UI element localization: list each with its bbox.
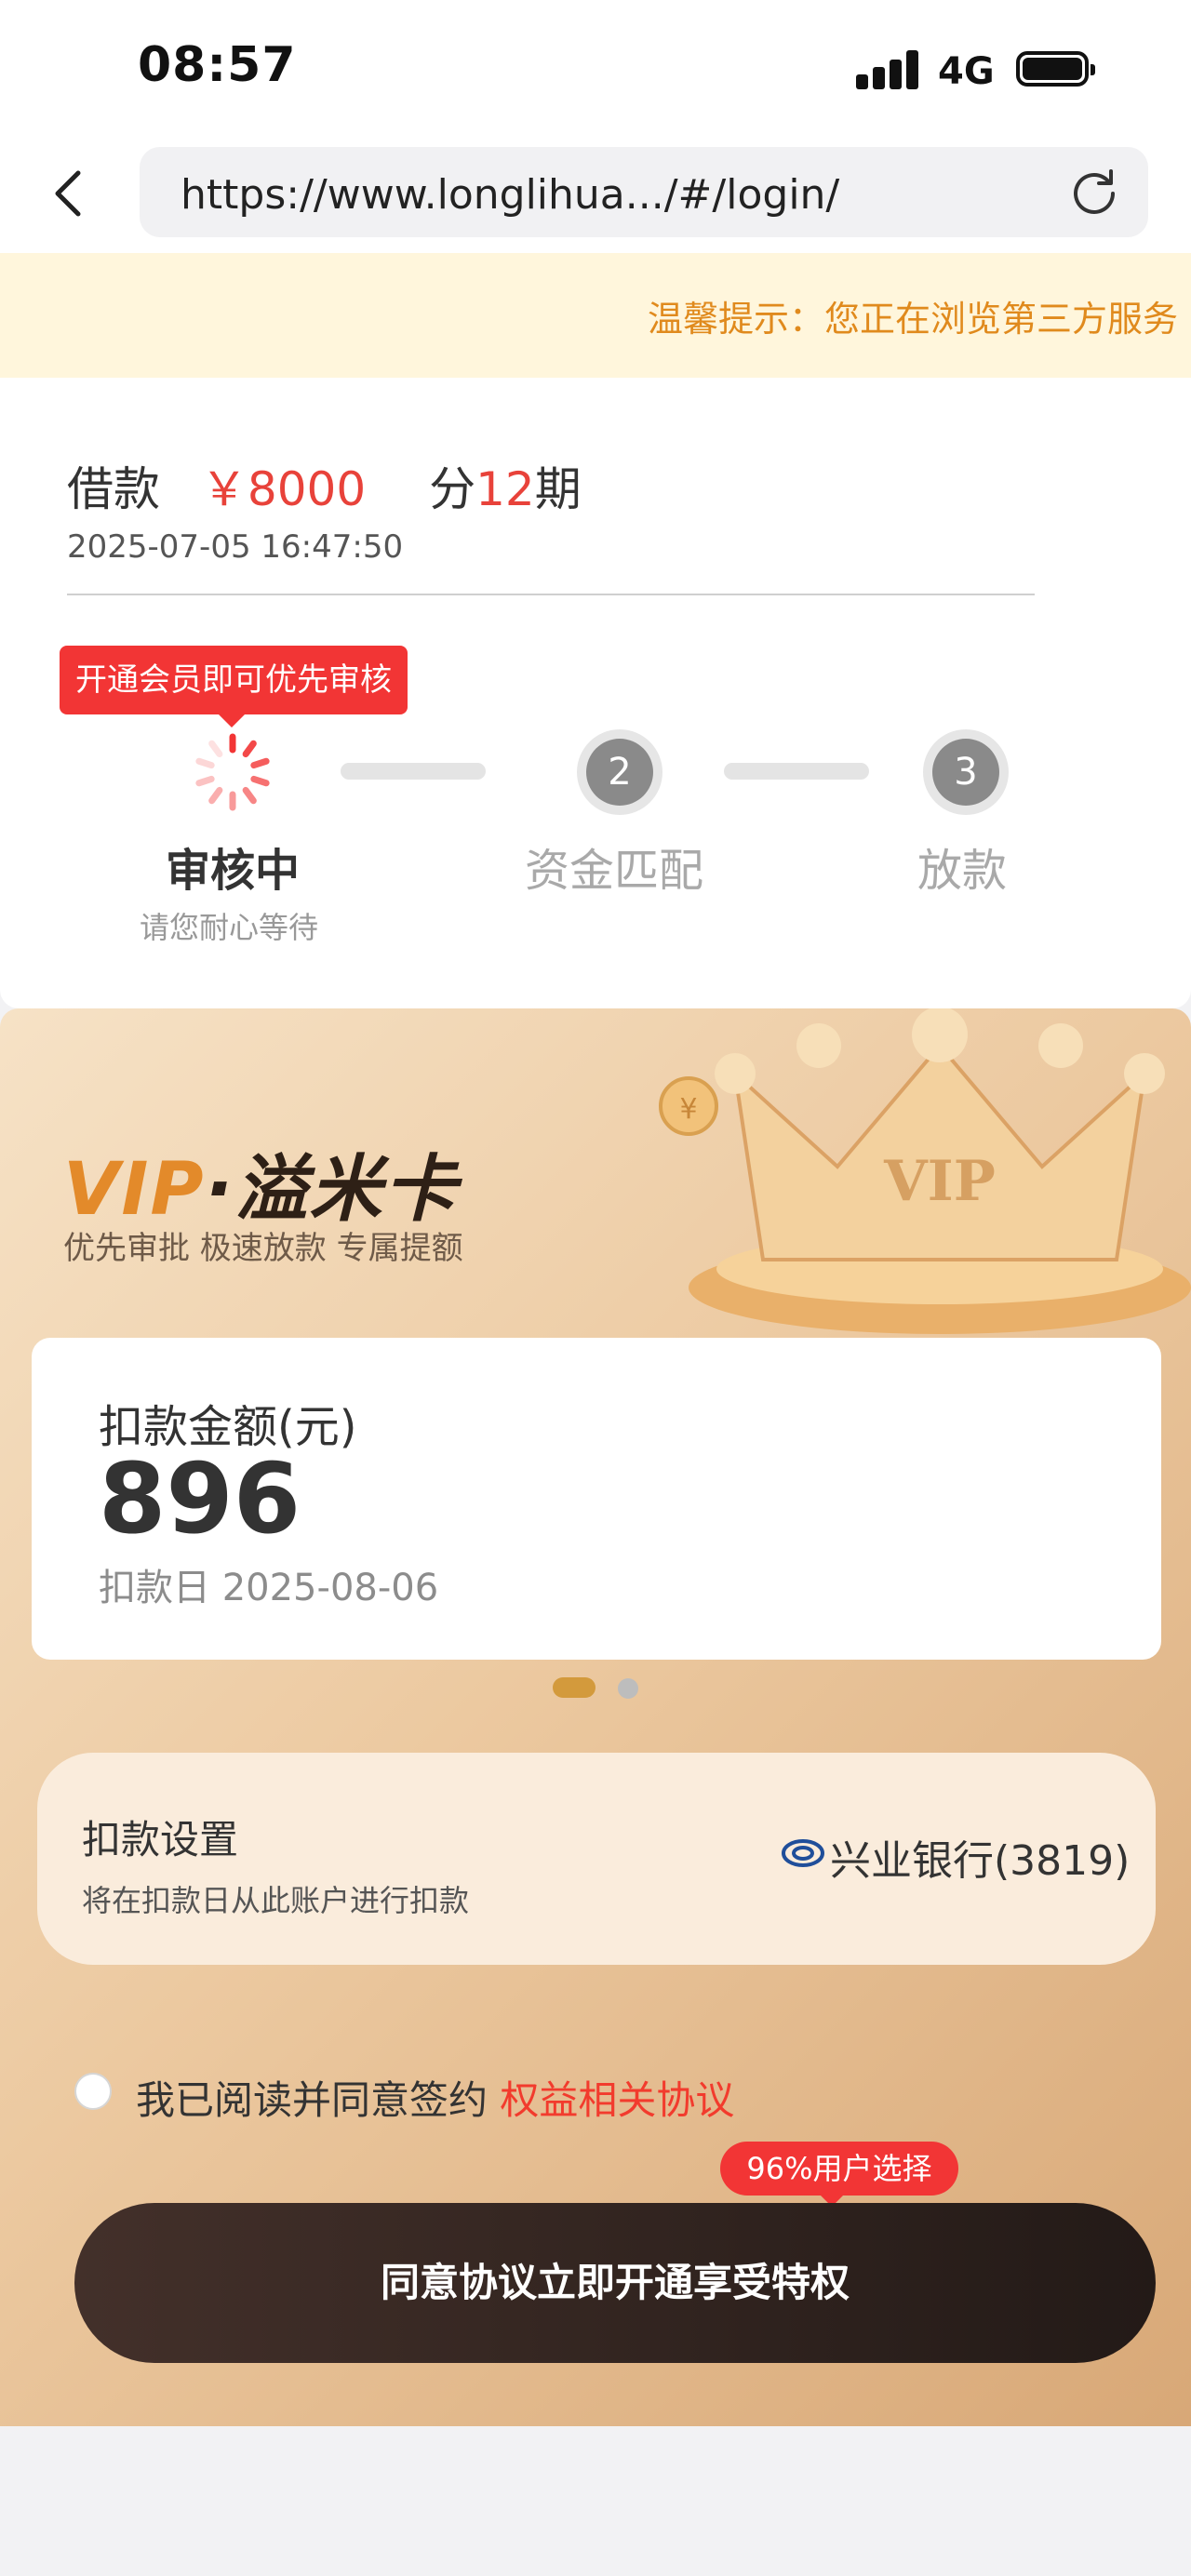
back-icon[interactable] xyxy=(47,166,91,221)
step-3-title: 放款 xyxy=(917,845,1008,897)
step-1-title: 审核中 xyxy=(166,845,301,897)
term-prefix: 分 xyxy=(429,462,476,516)
activate-button[interactable]: 同意协议立即开通享受特权 xyxy=(74,2203,1156,2363)
loading-spinner-icon xyxy=(195,733,270,811)
vip-section: VIP ¥ VIP·溢米卡 优先审批 极速放款 专属提额 扣款金额(元) 896… xyxy=(0,1008,1191,2426)
loan-summary: 借款 ￥8000 分12期 xyxy=(67,452,582,519)
status-bar: 08:57 4G xyxy=(0,0,1191,140)
agreement-row: 我已阅读并同意签约 权益相关协议 xyxy=(74,2065,1098,2123)
bank-account: 兴业银行(3819) xyxy=(830,1837,1131,1885)
vip-logo: VIP·溢米卡 xyxy=(63,1131,458,1235)
signal-icon xyxy=(856,48,921,89)
step-2-title: 资金匹配 xyxy=(525,845,704,897)
step-3-circle: 3 xyxy=(923,729,1009,815)
loan-datetime: 2025-07-05 16:47:50 xyxy=(67,528,404,566)
url-field[interactable]: https://www.longlihua.../#/login/ xyxy=(140,147,1148,237)
crown-icon: VIP ¥ xyxy=(659,1008,1191,1334)
deduction-date: 扣款日 2025-08-06 xyxy=(99,1567,439,1609)
agreement-checkbox[interactable] xyxy=(74,2073,112,2110)
vip-logo-name: ·溢米卡 xyxy=(205,1148,459,1232)
deduction-amount: 896 xyxy=(99,1442,301,1555)
reload-icon[interactable] xyxy=(1068,166,1120,218)
loan-label: 借款 xyxy=(67,462,160,516)
battery-icon xyxy=(1016,51,1095,87)
agreement-link[interactable]: 权益相关协议 xyxy=(500,2077,734,2123)
carousel-dot-active[interactable] xyxy=(553,1677,596,1698)
step-3-number: 3 xyxy=(932,739,999,806)
deduction-card[interactable]: 扣款金额(元) 896 扣款日 2025-08-06 xyxy=(32,1338,1161,1660)
network-type: 4G xyxy=(938,50,995,93)
step-2-number: 2 xyxy=(586,739,653,806)
priority-tip: 开通会员即可优先审核 xyxy=(60,646,408,727)
agreement-label: 我已阅读并同意签约 xyxy=(136,2077,488,2123)
divider xyxy=(67,594,1035,595)
browser-toolbar: https://www.longlihua.../#/login/ xyxy=(0,140,1191,254)
step-connector xyxy=(724,763,869,780)
loan-card: 借款 ￥8000 分12期 2025-07-05 16:47:50 开通会员即可… xyxy=(0,378,1191,1008)
step-1-subtitle: 请您耐心等待 xyxy=(140,910,319,945)
status-time: 08:57 xyxy=(138,37,297,93)
setting-subtitle: 将在扣款日从此账户进行扣款 xyxy=(82,1883,470,1918)
term-suffix: 期 xyxy=(534,462,582,516)
vip-logo-mark: VIP xyxy=(63,1148,206,1232)
loan-amount: ￥8000 xyxy=(200,462,367,516)
vip-tagline: 优先审批 极速放款 专属提额 xyxy=(63,1230,463,1267)
agreement-text: 我已阅读并同意签约 权益相关协议 xyxy=(136,2069,734,2126)
svg-text:¥: ¥ xyxy=(679,1093,697,1126)
carousel-indicator xyxy=(553,1675,646,1703)
term-count: 12 xyxy=(475,462,535,516)
popularity-badge: 96%用户选择 xyxy=(720,2142,958,2207)
deduction-setting[interactable]: 扣款设置 将在扣款日从此账户进行扣款 兴业银行(3819) xyxy=(37,1753,1156,1965)
setting-title: 扣款设置 xyxy=(82,1817,239,1862)
url-text: https://www.longlihua.../#/login/ xyxy=(181,171,840,219)
notice-banner: 温馨提示：您正在浏览第三方服务 xyxy=(0,253,1191,378)
notice-text: 温馨提示：您正在浏览第三方服务 xyxy=(648,299,1179,340)
step-connector xyxy=(341,763,486,780)
carousel-dot[interactable] xyxy=(618,1678,638,1699)
crown-vip-text: VIP xyxy=(883,1149,996,1214)
bank-logo-icon xyxy=(782,1839,824,1867)
step-2-circle: 2 xyxy=(577,729,662,815)
